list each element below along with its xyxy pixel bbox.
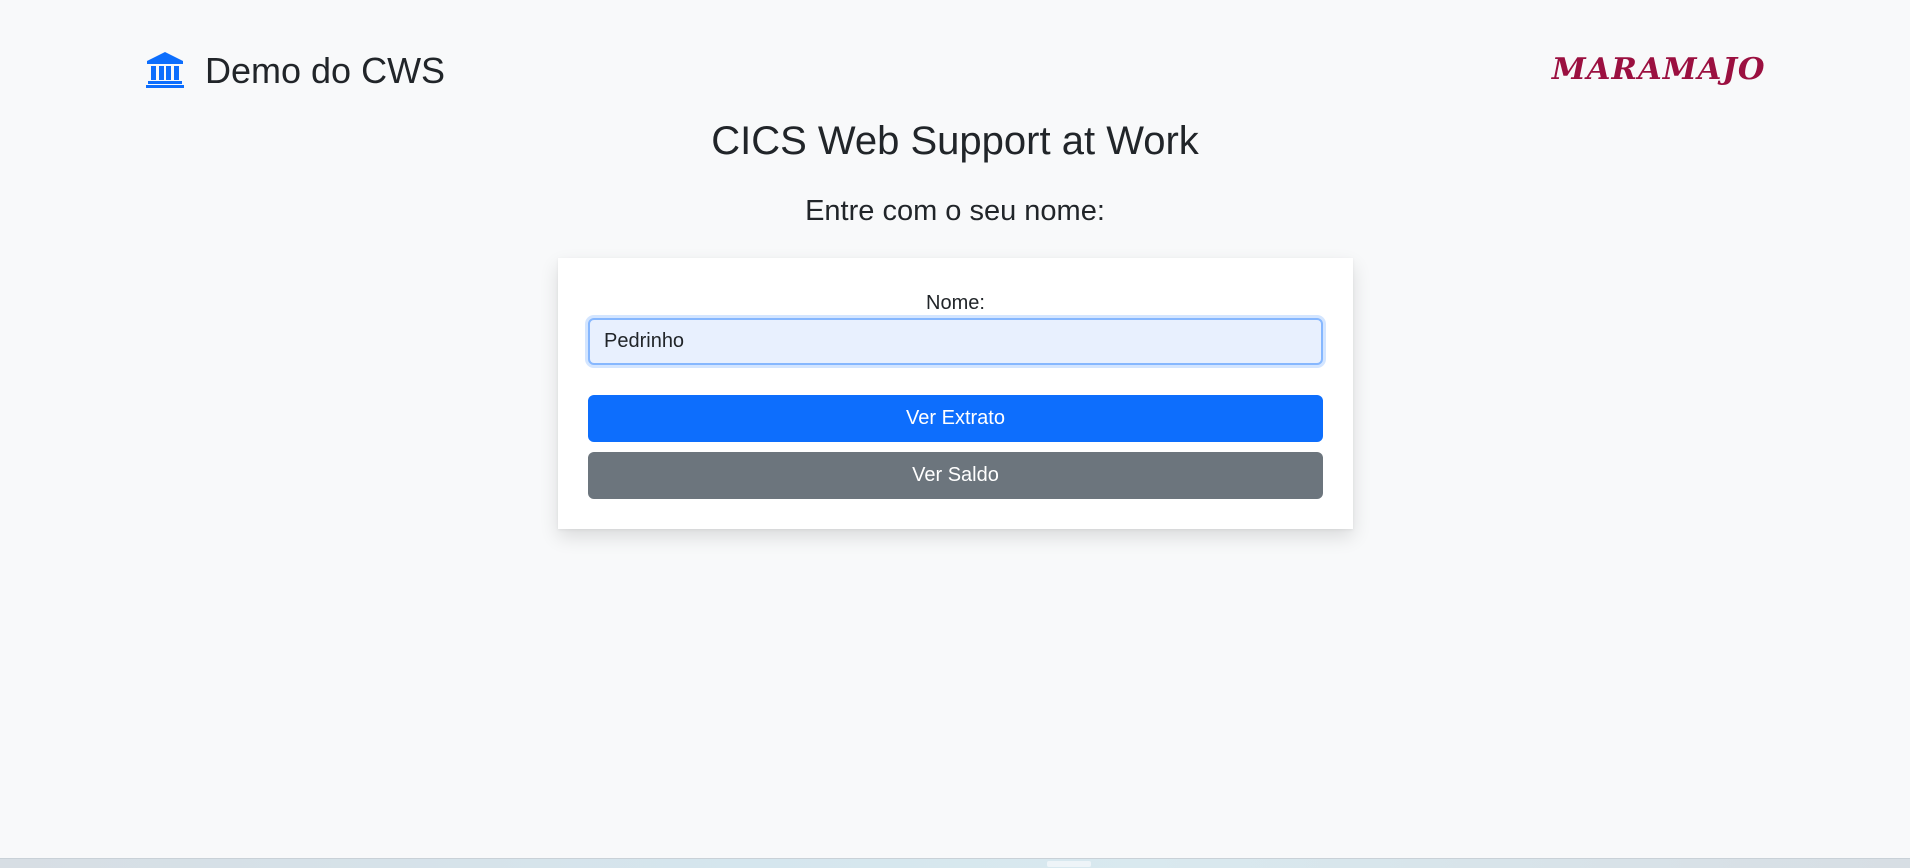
brand-header: Demo do CWS: [145, 50, 445, 90]
ver-saldo-button[interactable]: Ver Saldo: [588, 452, 1323, 499]
bottom-taskbar-edge: [0, 858, 1910, 868]
page-title: CICS Web Support at Work: [711, 119, 1199, 163]
page-subtitle: Entre com o seu nome:: [805, 195, 1105, 227]
taskbar-indicator: [1047, 861, 1091, 867]
name-field-label: Nome:: [926, 292, 985, 314]
name-input[interactable]: [588, 318, 1323, 365]
ver-extrato-button[interactable]: Ver Extrato: [588, 395, 1323, 442]
name-form-card: Nome: Ver Extrato Ver Saldo: [558, 258, 1353, 529]
app-title: Demo do CWS: [205, 50, 446, 91]
maramajo-logo: MARAMAJO: [1552, 52, 1767, 87]
bank-icon: [146, 52, 184, 88]
